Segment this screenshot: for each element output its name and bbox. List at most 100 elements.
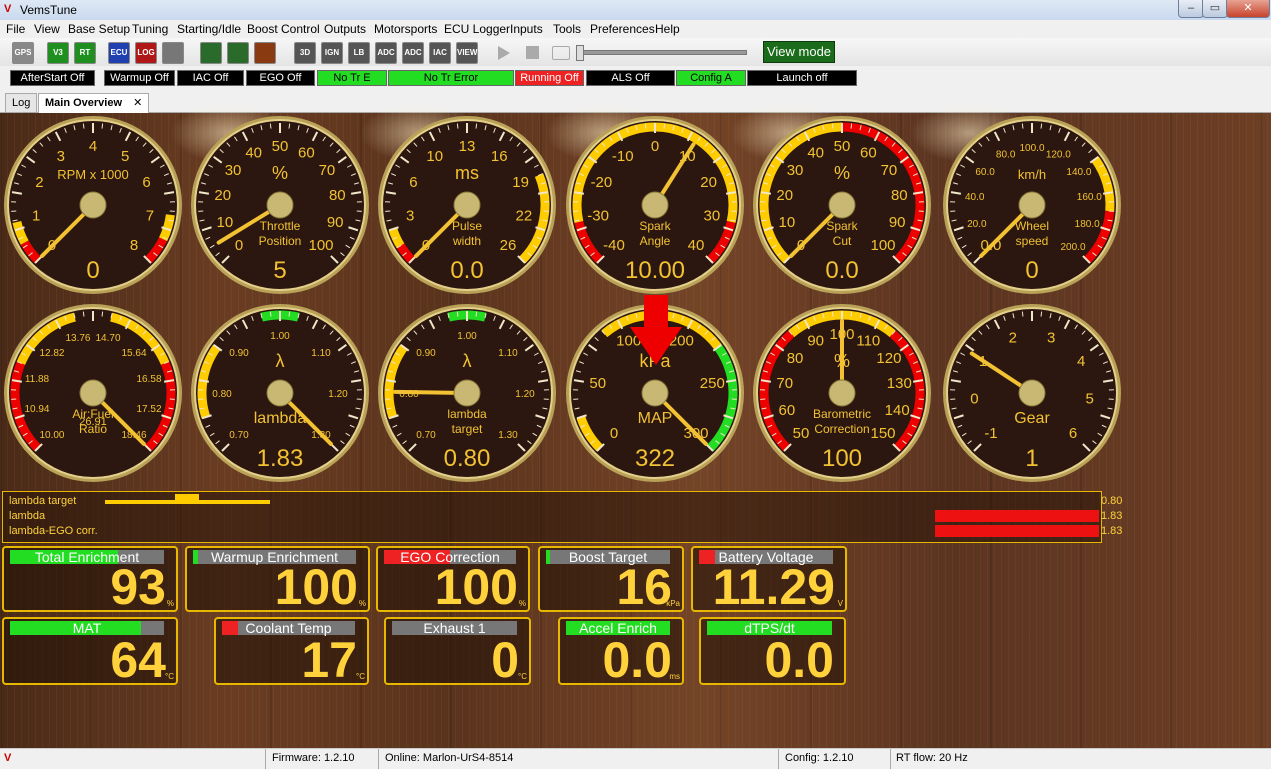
digital-unit: kPa: [666, 599, 680, 608]
menu-boost-control[interactable]: Boost Control: [247, 22, 320, 36]
digital-unit: %: [167, 599, 174, 608]
menu-bar: File View Base SetupTuning Starting/Idle Boo…: [0, 20, 1271, 38]
lambda-bar: [935, 510, 1099, 522]
status-chip-no-tr-e: No Tr E: [317, 70, 387, 86]
menu-ecu-logger[interactable]: ECU Logger: [444, 22, 510, 36]
digital-unit: %: [519, 599, 526, 608]
digital-value: 16: [616, 562, 672, 612]
status-logo-icon: V: [4, 752, 11, 764]
rtflow-status: RT flow: 20 Hz: [896, 752, 968, 764]
rt-icon[interactable]: RT: [74, 42, 96, 64]
engine-icon-3[interactable]: [254, 42, 276, 64]
bar-label-lambda: lambda: [9, 510, 45, 522]
menu-base-setup[interactable]: Base Setup: [68, 22, 130, 36]
table-icon-6[interactable]: IAC: [429, 42, 451, 64]
tab-main-overview-label: Main Overview: [45, 97, 122, 109]
lambda-ego-bar: [935, 525, 1099, 537]
digital-level-bar: [222, 621, 238, 635]
tools-icon[interactable]: [162, 42, 184, 64]
lambda-target-bar: [105, 500, 270, 504]
view-mode-button[interactable]: View mode: [763, 41, 835, 63]
digital-unit: °C: [165, 672, 174, 681]
digital-level-bar: [546, 550, 550, 564]
record-icon[interactable]: [552, 46, 570, 60]
menu-inputs[interactable]: Inputs: [510, 22, 543, 36]
menu-view[interactable]: View: [34, 22, 60, 36]
minimize-button[interactable]: –: [1178, 0, 1204, 18]
toolbar: View mode GPSV3RTECULOG3DIGNLBADCADCIACV…: [0, 38, 1271, 66]
bar-label-lambda-target: lambda target: [9, 495, 76, 507]
digital-warmup-enrichment: Warmup Enrichment 100 %: [185, 546, 370, 612]
status-chip-als-off: ALS Off: [586, 70, 675, 86]
digital-unit: V: [838, 599, 843, 608]
digital-value: 100: [435, 562, 518, 612]
stop-icon[interactable]: [526, 46, 539, 59]
playback-slider[interactable]: [577, 50, 747, 55]
play-icon[interactable]: [498, 46, 510, 60]
digital-boost-target: Boost Target 16 kPa: [538, 546, 684, 612]
status-chip-launch-off: Launch off: [747, 70, 857, 86]
menu-help[interactable]: Help: [655, 22, 680, 36]
digital-ego-correction: EGO Correction 100 %: [376, 546, 530, 612]
bar-value-lambda: 1.83: [1101, 510, 1122, 522]
app-logo-icon: V: [4, 3, 16, 15]
window-title: VemsTune: [20, 3, 77, 17]
digital-total-enrichment: Total Enrichment 93 %: [2, 546, 178, 612]
bar-value-lambda-target: 0.80: [1101, 495, 1122, 507]
firmware-status: Firmware: 1.2.10: [272, 752, 355, 764]
digital-value: 11.29: [713, 562, 835, 612]
digital-dtps-dt: dTPS/dt 0.0: [699, 617, 846, 685]
menu-motorsports[interactable]: Motorsports: [374, 22, 437, 36]
table-icon-1[interactable]: 3D: [294, 42, 316, 64]
bar-value-lambda-ego: 1.83: [1101, 525, 1122, 537]
status-bar: V Firmware: 1.2.10 Online: Marlon-UrS4-8…: [0, 748, 1271, 769]
table-icon-4[interactable]: ADC: [375, 42, 397, 64]
config-status: Config: 1.2.10: [785, 752, 854, 764]
tab-main-overview[interactable]: Main Overview ✕: [38, 93, 149, 113]
menu-preferences[interactable]: Preferences: [590, 22, 655, 36]
menu-tools[interactable]: Tools: [553, 22, 581, 36]
table-icon-5[interactable]: ADC: [402, 42, 424, 64]
digital-title: Exhaust 1: [423, 620, 485, 636]
tab-log[interactable]: Log: [5, 93, 37, 112]
menu-tuning[interactable]: Tuning: [132, 22, 168, 36]
digital-unit: ms: [669, 672, 680, 681]
slider-thumb[interactable]: [576, 45, 584, 61]
menu-outputs[interactable]: Outputs: [324, 22, 366, 36]
table-icon-2[interactable]: IGN: [321, 42, 343, 64]
maximize-button[interactable]: ▭: [1202, 0, 1228, 18]
status-chip-running-off: Running Off: [515, 70, 584, 86]
digital-battery-voltage: Battery Voltage 11.29 V: [691, 546, 847, 612]
bar-label-lambda-ego: lambda-EGO corr.: [9, 525, 98, 537]
digital-coolant-temp: Coolant Temp 17 °C: [214, 617, 369, 685]
menu-starting-idle[interactable]: Starting/Idle: [177, 22, 241, 36]
engine-icon-2[interactable]: [227, 42, 249, 64]
digital-value: 0: [491, 635, 519, 685]
ecu-icon[interactable]: ECU: [108, 42, 130, 64]
v3-icon[interactable]: V3: [47, 42, 69, 64]
log-icon[interactable]: LOG: [135, 42, 157, 64]
lambda-target-marker: [175, 494, 199, 500]
digital-unit: °C: [518, 672, 527, 681]
status-chip-no-tr-error: No Tr Error: [388, 70, 514, 86]
digital-level-bar: [193, 550, 198, 564]
online-status: Online: Marlon-UrS4-8514: [385, 752, 513, 764]
table-icon-7[interactable]: VIEW: [456, 42, 478, 64]
status-chip-iac-off: IAC Off: [177, 70, 244, 86]
red-arrow-indicator: [626, 295, 686, 375]
status-chip-afterstart-off: AfterStart Off: [10, 70, 95, 86]
close-button[interactable]: ✕: [1226, 0, 1270, 18]
status-chip-config-a: Config A: [676, 70, 746, 86]
table-icon-3[interactable]: LB: [348, 42, 370, 64]
digital-value: 93: [110, 562, 166, 612]
engine-icon-1[interactable]: [200, 42, 222, 64]
gps-icon[interactable]: GPS: [12, 42, 34, 64]
digital-unit: %: [359, 599, 366, 608]
digital-accel-enrich: Accel Enrich 0.0 ms: [558, 617, 684, 685]
menu-file[interactable]: File: [6, 22, 25, 36]
close-tab-icon[interactable]: ✕: [133, 97, 142, 109]
digital-title: MAT: [73, 620, 102, 636]
status-chip-warmup-off: Warmup Off: [104, 70, 175, 86]
title-bar: V VemsTune – ▭ ✕: [0, 0, 1271, 21]
status-chip-ego-off: EGO Off: [246, 70, 315, 86]
